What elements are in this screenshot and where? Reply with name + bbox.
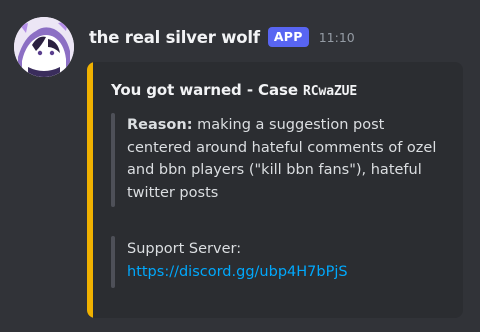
embed-title: You got warned - Case RCwaZUE — [111, 81, 357, 99]
support-quote-bar — [111, 236, 115, 288]
support-label: Support Server: — [127, 241, 242, 257]
warning-embed: You got warned - Case RCwaZUE Reason: ma… — [87, 62, 463, 318]
reason-label: Reason: — [127, 117, 193, 133]
support-block: Support Server: https://discord.gg/ubp4H… — [127, 238, 447, 283]
message-header: the real silver wolf APP 11:10 — [89, 24, 355, 50]
support-server-link[interactable]: https://discord.gg/ubp4H7bPjS — [127, 264, 348, 280]
reason-quote-bar — [111, 113, 115, 207]
case-code: RCwaZUE — [303, 84, 358, 99]
chat-message: the real silver wolf APP 11:10 You got w… — [0, 0, 480, 332]
embed-title-text: You got warned - Case — [111, 81, 298, 99]
user-avatar[interactable] — [14, 17, 74, 77]
embed-accent-bar — [87, 62, 93, 318]
author-name[interactable]: the real silver wolf — [89, 28, 260, 47]
reason-block: Reason: making a suggestion post centere… — [127, 114, 447, 204]
anime-avatar-icon — [14, 17, 74, 77]
app-badge: APP — [267, 27, 309, 47]
message-timestamp[interactable]: 11:10 — [319, 30, 355, 45]
